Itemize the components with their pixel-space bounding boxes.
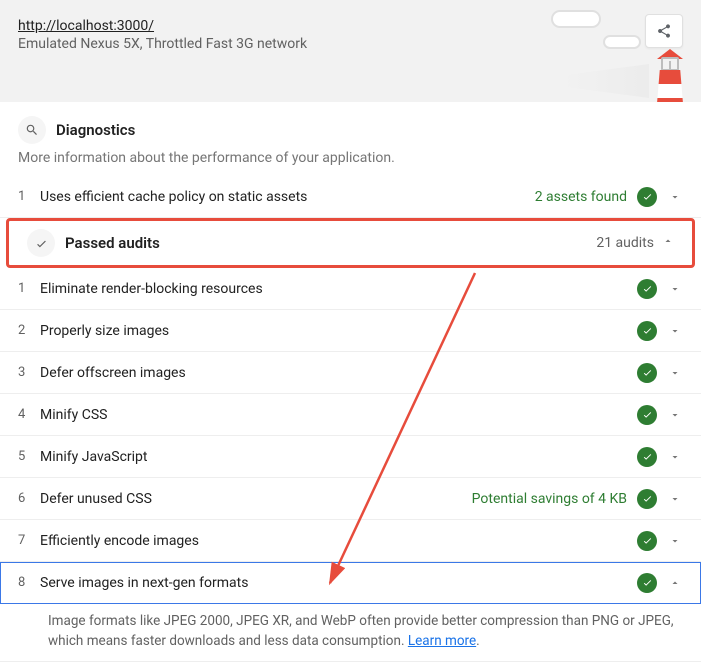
passed-audit-row[interactable]: 7Efficiently encode images	[0, 520, 701, 562]
pass-icon	[637, 321, 657, 341]
lighthouse-logo	[649, 45, 691, 102]
chevron-down-icon	[667, 191, 683, 203]
passed-audits-toggle[interactable]: Passed audits 21 audits	[9, 221, 692, 265]
pass-icon	[637, 279, 657, 299]
audit-detail-text: Image formats like JPEG 2000, JPEG XR, a…	[48, 613, 674, 649]
share-button[interactable]	[645, 14, 683, 48]
passed-audits-title: Passed audits	[65, 234, 596, 252]
passed-audit-row[interactable]: 6Defer unused CSSPotential savings of 4 …	[0, 478, 701, 520]
row-label: Minify JavaScript	[40, 449, 637, 465]
row-label: Minify CSS	[40, 407, 637, 423]
passed-audit-row[interactable]: 1Eliminate render-blocking resources	[0, 268, 701, 310]
highlight-annotation: Passed audits 21 audits	[6, 218, 695, 268]
row-num: 3	[18, 365, 40, 380]
audit-detail: Image formats like JPEG 2000, JPEG XR, a…	[0, 604, 701, 662]
diagnostics-description: More information about the performance o…	[0, 148, 701, 176]
row-label: Defer offscreen images	[40, 365, 637, 381]
learn-more-link[interactable]: Learn more	[408, 633, 476, 649]
check-icon	[27, 229, 55, 257]
passed-audit-row[interactable]: 4Minify CSS	[0, 394, 701, 436]
chevron-down-icon	[667, 367, 683, 379]
row-meta: 2 assets found	[535, 189, 627, 205]
passed-audit-row[interactable]: 2Properly size images	[0, 310, 701, 352]
chevron-down-icon	[667, 493, 683, 505]
pass-icon	[637, 405, 657, 425]
chevron-up-icon	[667, 577, 683, 589]
row-label: Serve images in next-gen formats	[40, 575, 637, 591]
diagnostics-title: Diagnostics	[56, 121, 135, 139]
passed-audits-count: 21 audits	[596, 235, 654, 251]
pass-icon	[637, 573, 657, 593]
chevron-down-icon	[667, 409, 683, 421]
search-icon	[18, 116, 46, 144]
row-num: 6	[18, 491, 40, 506]
pass-icon	[637, 489, 657, 509]
pass-icon	[637, 187, 657, 207]
pass-icon	[637, 447, 657, 467]
report-header: http://localhost:3000/ Emulated Nexus 5X…	[0, 0, 701, 102]
row-label: Uses efficient cache policy on static as…	[40, 189, 535, 205]
passed-audit-row[interactable]: 3Defer offscreen images	[0, 352, 701, 394]
chevron-down-icon	[667, 283, 683, 295]
row-label: Eliminate render-blocking resources	[40, 281, 637, 297]
diagnostics-header: Diagnostics	[0, 102, 701, 148]
diagnostic-row[interactable]: 1 Uses efficient cache policy on static …	[0, 176, 701, 218]
row-num: 7	[18, 533, 40, 548]
row-label: Properly size images	[40, 323, 637, 339]
row-label: Efficiently encode images	[40, 533, 637, 549]
row-num: 1	[18, 281, 40, 296]
row-num: 8	[18, 575, 40, 590]
chevron-down-icon	[667, 325, 683, 337]
report-url-link[interactable]: http://localhost:3000/	[18, 18, 154, 34]
chevron-up-icon	[662, 235, 674, 251]
row-num: 5	[18, 449, 40, 464]
passed-audit-row[interactable]: 8Serve images in next-gen formats	[0, 562, 701, 604]
passed-audit-row[interactable]: 5Minify JavaScript	[0, 436, 701, 478]
share-icon	[656, 23, 672, 39]
pass-icon	[637, 531, 657, 551]
row-num: 2	[18, 323, 40, 338]
row-num: 4	[18, 407, 40, 422]
chevron-down-icon	[667, 535, 683, 547]
row-label: Defer unused CSS	[40, 491, 472, 507]
row-num: 1	[18, 189, 40, 204]
row-meta: Potential savings of 4 KB	[472, 491, 627, 507]
emulation-info: Emulated Nexus 5X, Throttled Fast 3G net…	[18, 36, 683, 52]
chevron-down-icon	[667, 451, 683, 463]
pass-icon	[637, 363, 657, 383]
